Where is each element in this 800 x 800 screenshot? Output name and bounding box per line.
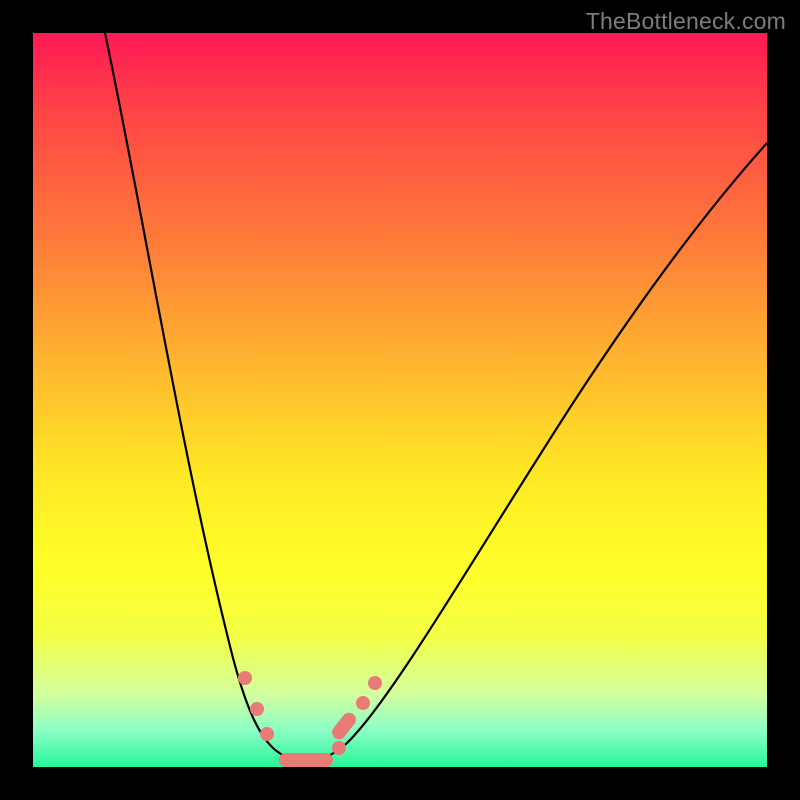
data-point — [356, 696, 370, 710]
data-point — [368, 676, 382, 690]
data-point — [250, 702, 264, 716]
data-point — [260, 727, 274, 741]
curve-right — [305, 143, 767, 761]
marker-group — [238, 671, 382, 767]
data-point — [332, 741, 346, 755]
data-point — [238, 671, 252, 685]
watermark-text: TheBottleneck.com — [586, 8, 786, 35]
data-pill — [279, 753, 333, 767]
data-pill — [329, 710, 359, 742]
chart-svg — [33, 33, 767, 767]
curve-left — [105, 33, 305, 761]
plot-area — [33, 33, 767, 767]
chart-frame: TheBottleneck.com — [0, 0, 800, 800]
